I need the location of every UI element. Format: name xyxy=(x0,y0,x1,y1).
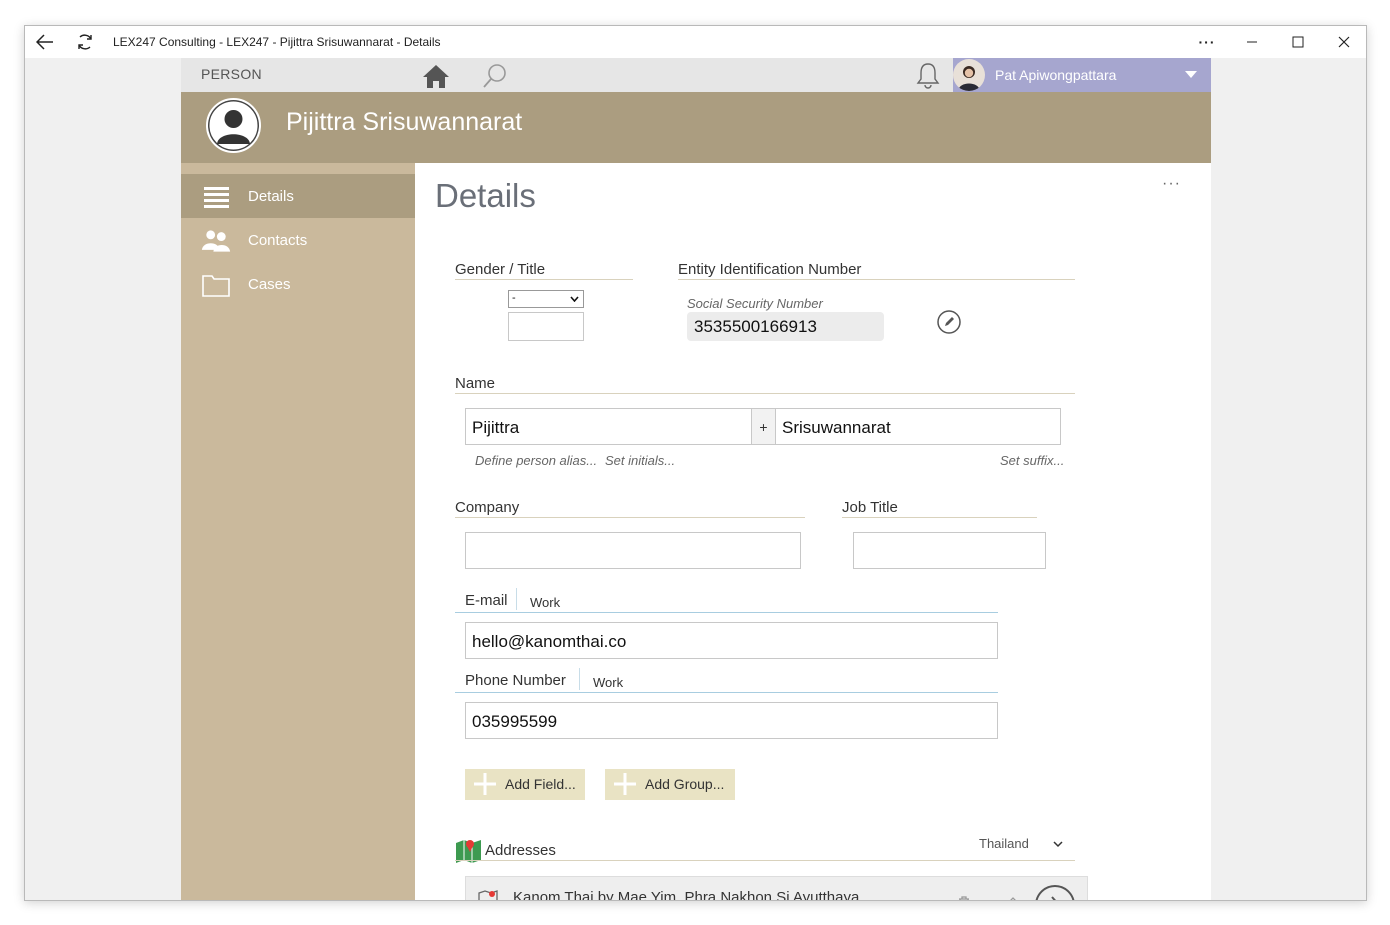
page-title: Details xyxy=(435,177,536,214)
people-icon xyxy=(201,230,231,252)
more-options-button[interactable]: ··· xyxy=(1187,26,1227,58)
ssn-field[interactable]: 3535500166913 xyxy=(687,312,884,341)
close-button[interactable] xyxy=(1324,26,1364,58)
entity-id-label: Entity Identification Number xyxy=(678,261,862,278)
divider xyxy=(678,279,1075,280)
more-icon: ··· xyxy=(1198,34,1216,50)
phone-input[interactable]: 035995599 xyxy=(465,702,998,739)
company-input[interactable] xyxy=(465,532,801,569)
user-menu[interactable]: Pat Apiwongpattara xyxy=(953,58,1211,92)
title-bar: LEX247 Consulting - LEX247 - Pijittra Sr… xyxy=(25,26,1366,58)
gender-value: - xyxy=(512,292,516,304)
app-window: LEX247 Consulting - LEX247 - Pijittra Sr… xyxy=(24,25,1367,901)
sidebar-item-label: Details xyxy=(248,188,294,205)
job-title-input[interactable] xyxy=(853,532,1046,569)
refresh-button[interactable] xyxy=(65,26,105,58)
divider xyxy=(579,668,580,690)
home-button[interactable] xyxy=(421,62,453,90)
person-header: Pijittra Srisuwannarat xyxy=(181,92,1211,163)
person-name: Pijittra Srisuwannarat xyxy=(286,108,523,136)
user-avatar xyxy=(953,59,985,91)
country-select[interactable]: Thailand xyxy=(979,836,1063,851)
add-middle-name-button[interactable]: + xyxy=(751,408,776,445)
chevron-down-icon xyxy=(1185,71,1197,78)
minimize-icon xyxy=(1247,41,1257,43)
map-icon xyxy=(478,890,498,900)
back-button[interactable] xyxy=(25,26,65,58)
divider xyxy=(455,692,998,693)
define-alias-link[interactable]: Define person alias... xyxy=(475,453,597,468)
trash-icon[interactable] xyxy=(956,895,972,901)
phone-label: Phone Number xyxy=(465,672,566,689)
notifications-button[interactable] xyxy=(915,61,941,89)
email-input[interactable]: hello@kanomthai.co xyxy=(465,622,998,659)
app-content: PERSON Pat Apiwongpattara Pijittra Srisu… xyxy=(181,58,1211,901)
addresses-label: Addresses xyxy=(485,842,556,859)
phone-type-select[interactable]: Work xyxy=(593,675,623,690)
add-field-button[interactable]: Add Field... xyxy=(465,769,585,800)
name-label: Name xyxy=(455,375,496,392)
country-value: Thailand xyxy=(979,836,1029,851)
home-icon xyxy=(423,65,449,88)
ssn-label: Social Security Number xyxy=(687,296,823,311)
set-initials-link[interactable]: Set initials... xyxy=(605,453,675,468)
set-suffix-link[interactable]: Set suffix... xyxy=(1000,453,1064,468)
refresh-icon xyxy=(78,34,92,50)
address-line: Kanom Thai by Mae Yim, Phra Nakhon Si Ay… xyxy=(513,889,860,901)
divider xyxy=(455,860,1075,861)
chevron-right-icon[interactable] xyxy=(1034,884,1076,901)
add-field-label: Add Field... xyxy=(505,776,576,792)
divider xyxy=(516,588,517,610)
folder-icon xyxy=(202,275,230,297)
email-label: E-mail xyxy=(465,592,508,609)
divider xyxy=(842,517,1037,518)
sidebar-item-label: Contacts xyxy=(248,232,308,249)
sidebar-item-label: Cases xyxy=(248,276,291,293)
maximize-button[interactable] xyxy=(1278,26,1318,58)
gender-title-label: Gender / Title xyxy=(455,261,546,278)
edit-ssn-button[interactable] xyxy=(937,310,961,334)
chevron-down-icon xyxy=(1052,841,1063,848)
last-name-input[interactable]: Srisuwannarat xyxy=(775,408,1061,445)
section-label: PERSON xyxy=(181,58,396,92)
search-button[interactable] xyxy=(481,62,509,90)
list-icon xyxy=(204,187,229,208)
divider xyxy=(455,612,998,613)
top-bar: PERSON Pat Apiwongpattara xyxy=(181,58,1211,92)
pencil-icon[interactable] xyxy=(1002,895,1018,901)
sidebar-item-cases[interactable]: Cases xyxy=(181,262,415,306)
gender-select[interactable]: - xyxy=(508,290,584,308)
maximize-icon xyxy=(1292,36,1304,48)
window-title: LEX247 Consulting - LEX247 - Pijittra Sr… xyxy=(113,35,441,49)
minimize-button[interactable] xyxy=(1232,26,1272,58)
add-group-button[interactable]: Add Group... xyxy=(605,769,735,800)
company-label: Company xyxy=(455,499,520,516)
more-actions-button[interactable]: ··· xyxy=(1162,175,1181,193)
sidebar: Details Contacts Cases xyxy=(181,163,415,900)
pencil-icon xyxy=(937,310,961,334)
divider xyxy=(455,279,633,280)
add-group-label: Add Group... xyxy=(645,776,725,792)
search-icon xyxy=(483,64,506,88)
sidebar-item-contacts[interactable]: Contacts xyxy=(181,218,415,262)
details-panel: Details ··· Gender / Title - Entity Iden… xyxy=(415,163,1211,901)
address-card[interactable]: Kanom Thai by Mae Yim, Phra Nakhon Si Ay… xyxy=(465,876,1088,901)
divider xyxy=(455,393,1075,394)
title-input[interactable] xyxy=(508,312,584,341)
divider xyxy=(455,517,805,518)
back-arrow-icon xyxy=(36,34,53,50)
person-avatar xyxy=(206,98,261,153)
email-type-select[interactable]: Work xyxy=(530,595,560,610)
sidebar-item-details[interactable]: Details xyxy=(181,174,415,218)
chevron-down-icon xyxy=(570,296,579,302)
plus-icon xyxy=(614,773,636,795)
close-icon xyxy=(1338,36,1350,48)
bell-icon xyxy=(916,63,940,89)
first-name-input[interactable]: Pijittra xyxy=(465,408,752,445)
job-title-label: Job Title xyxy=(842,499,898,516)
user-name: Pat Apiwongpattara xyxy=(995,67,1117,83)
plus-icon xyxy=(474,773,496,795)
